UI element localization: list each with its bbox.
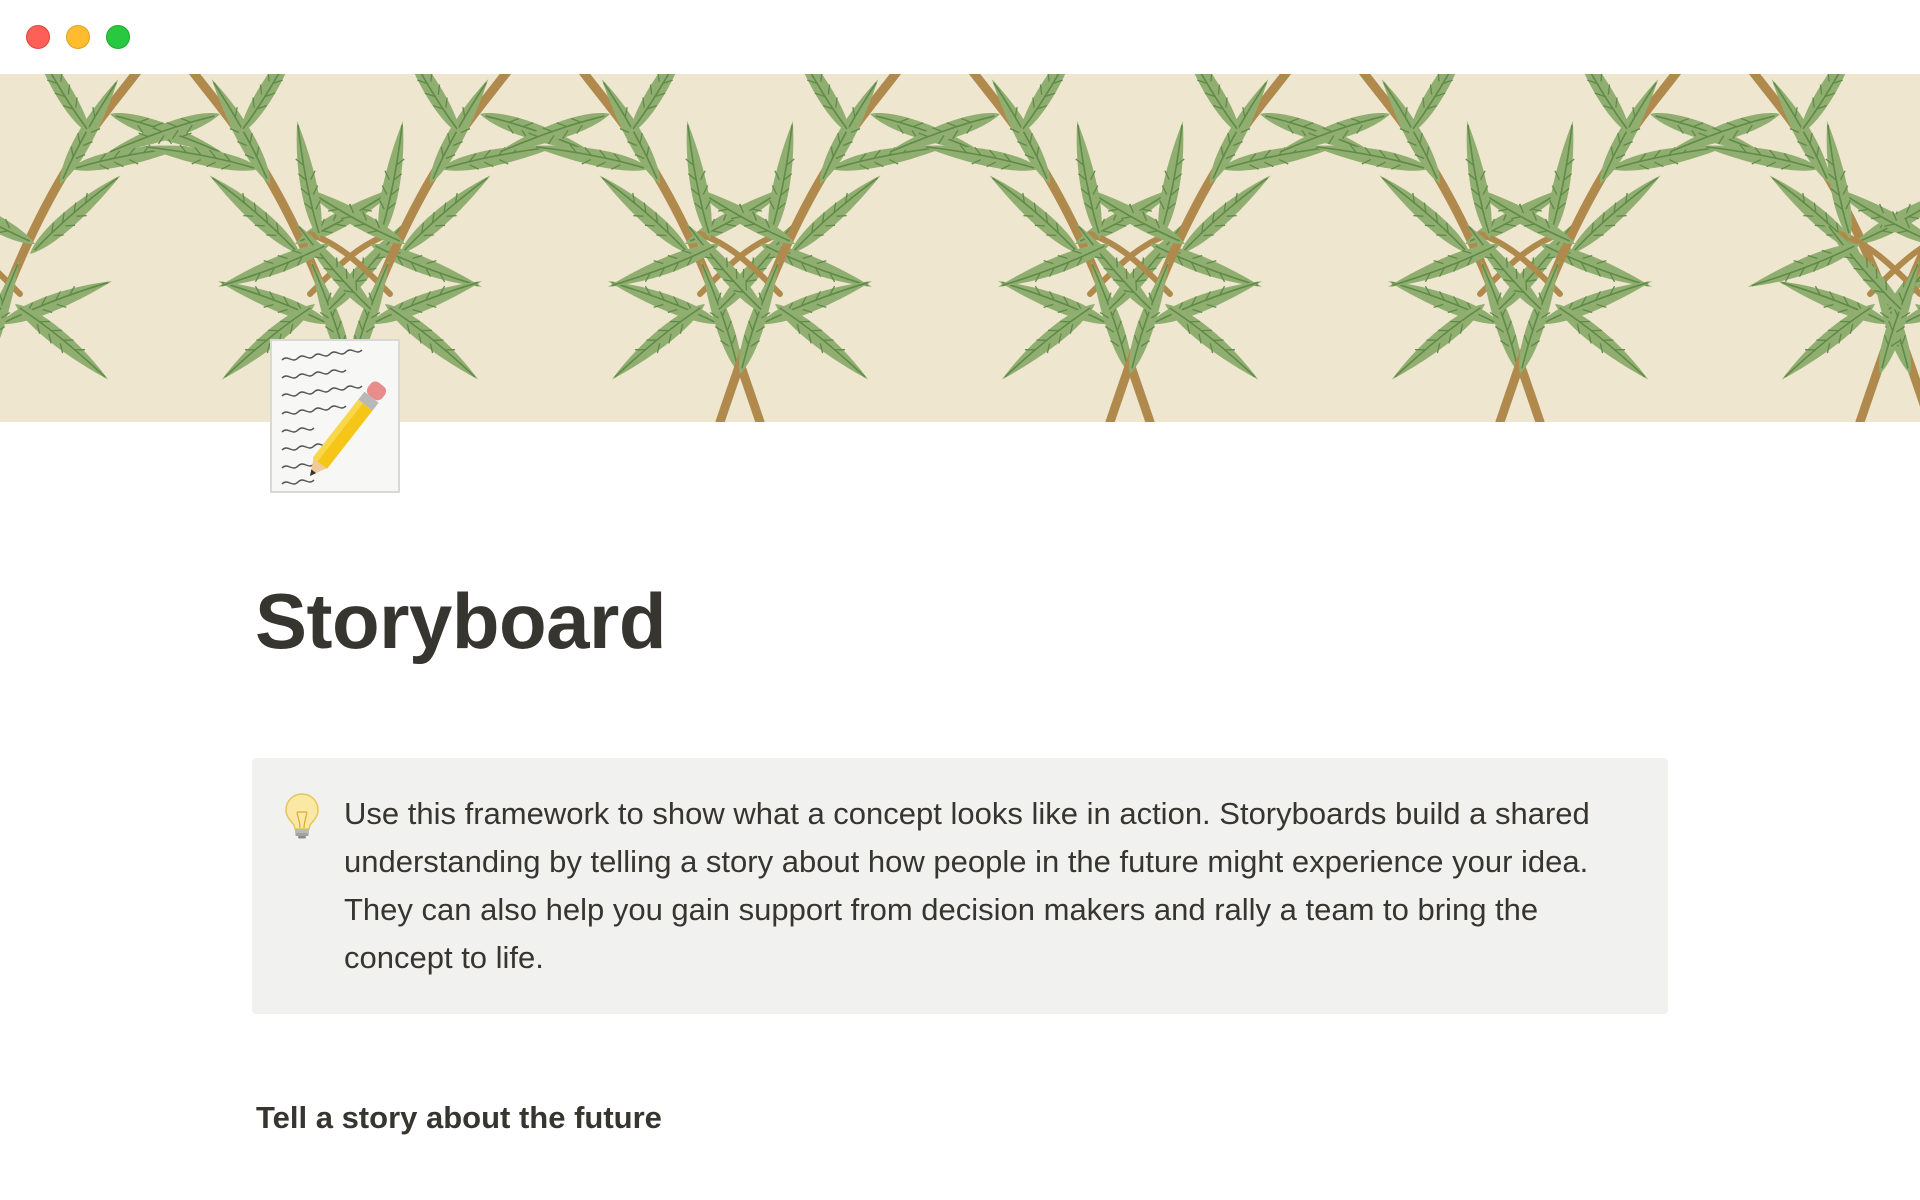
- close-window-button[interactable]: [26, 25, 50, 49]
- callout-text[interactable]: Use this framework to show what a concep…: [344, 790, 1644, 982]
- title-bar: [0, 0, 1920, 74]
- memo-icon[interactable]: [270, 338, 404, 494]
- minimize-window-button[interactable]: [66, 25, 90, 49]
- light-bulb-icon[interactable]: [284, 792, 320, 840]
- callout-block[interactable]: Use this framework to show what a concep…: [252, 758, 1668, 1014]
- app-window: Storyboard Use this framework to show wh…: [0, 0, 1920, 1200]
- page-title[interactable]: Storyboard: [255, 576, 667, 666]
- section-heading[interactable]: Tell a story about the future: [256, 1096, 662, 1140]
- zoom-window-button[interactable]: [106, 25, 130, 49]
